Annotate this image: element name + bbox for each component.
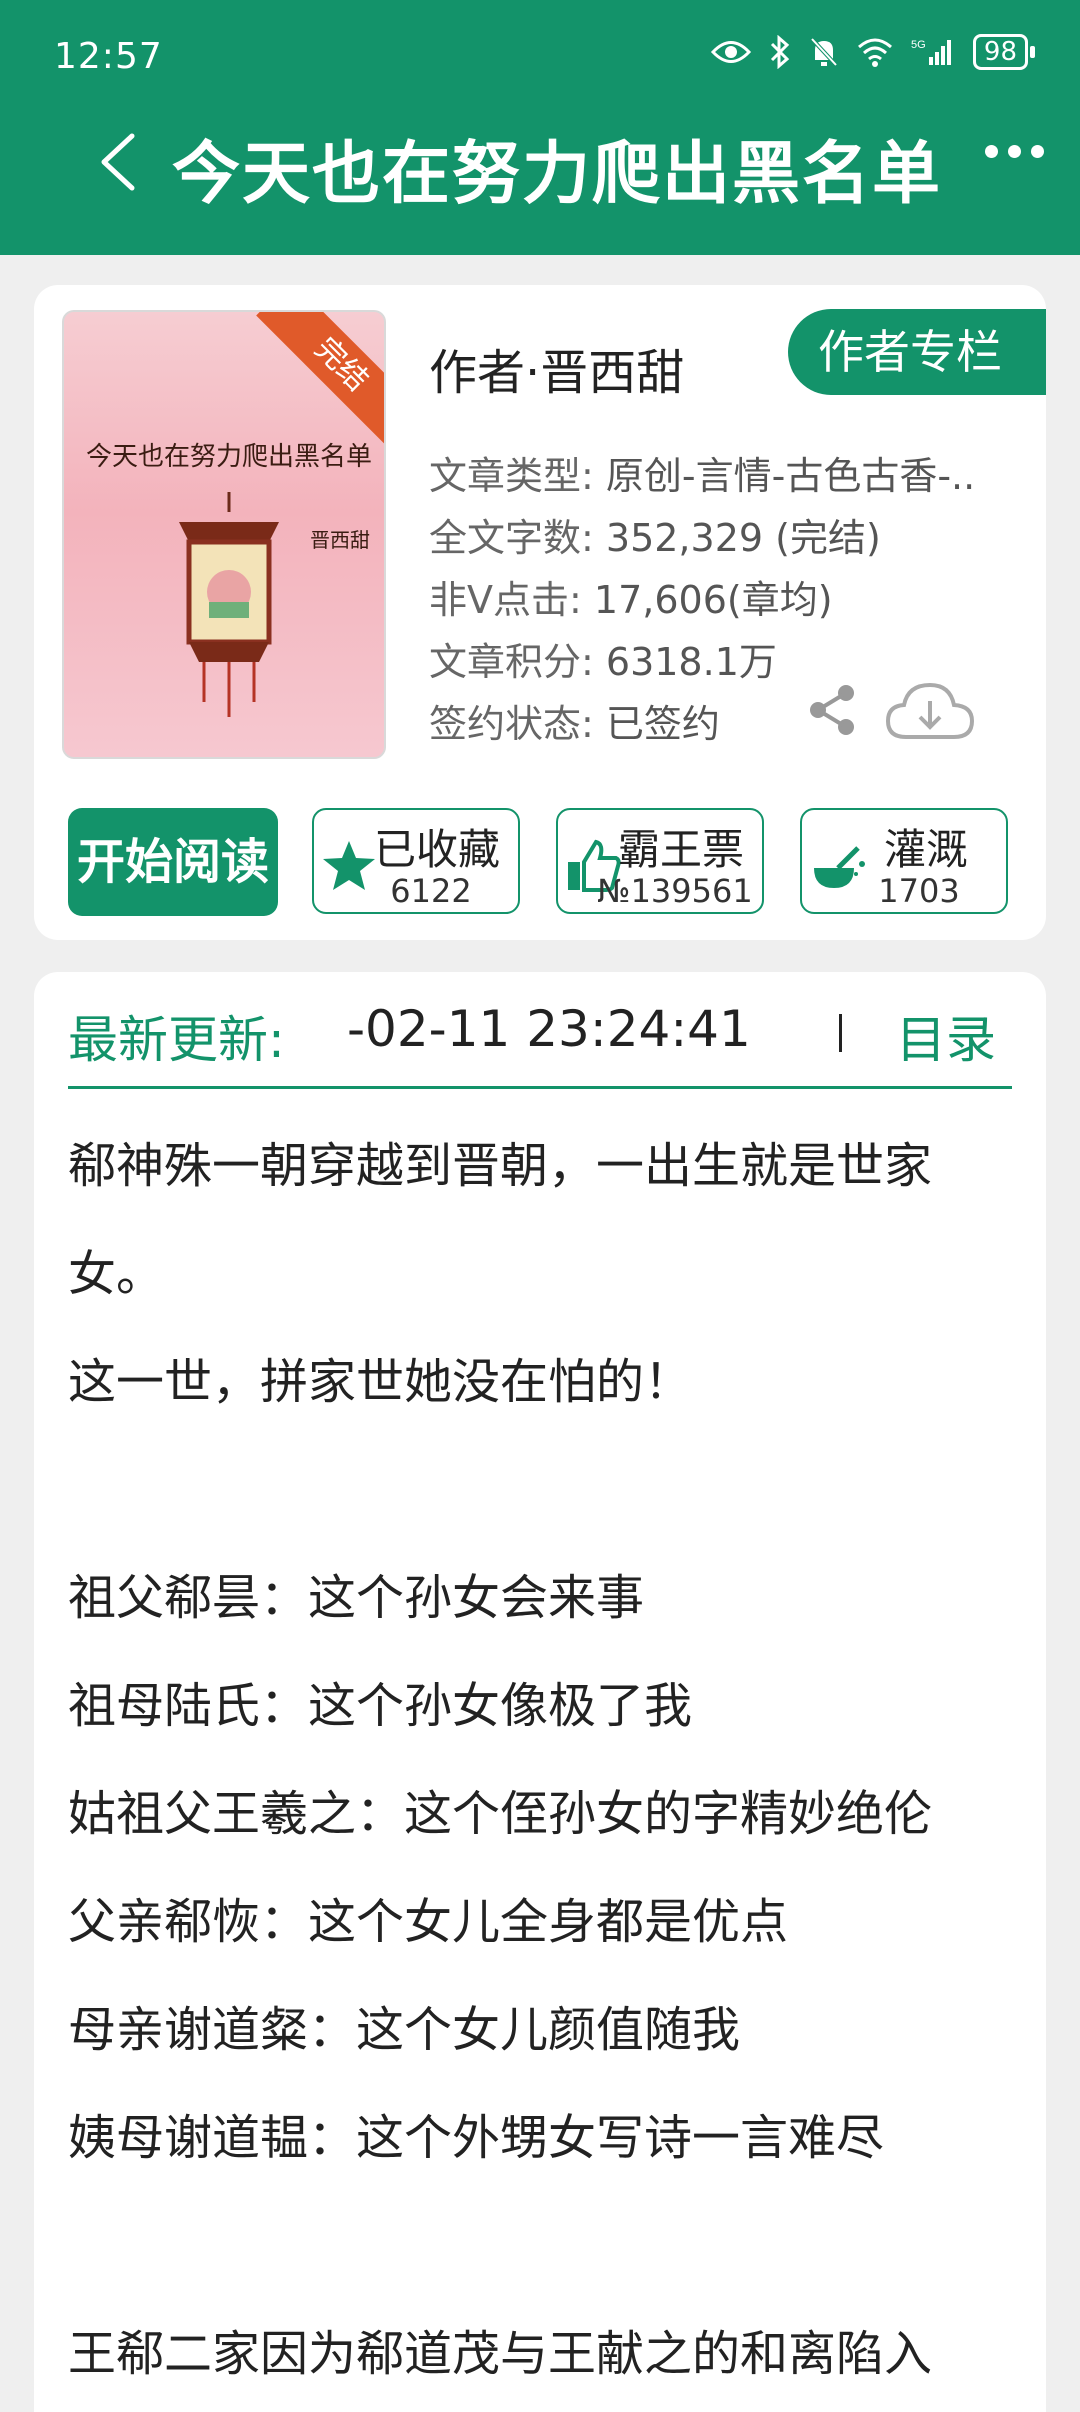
favorite-button[interactable]: 已收藏 6122 (312, 808, 520, 914)
status-time: 12:57 (54, 36, 163, 77)
divider (839, 1014, 842, 1052)
favorite-count: 6122 (390, 872, 472, 910)
cover-author: 晋西甜 (310, 528, 370, 552)
wifi-icon (857, 38, 892, 67)
summary-line: 女。 (68, 1246, 165, 1302)
summary-line: 姑祖父王羲之：这个侄孙女的字精妙绝伦 (68, 1786, 933, 1842)
water-count: 1703 (878, 872, 960, 910)
summary-line (68, 1436, 1018, 1544)
lantern-illustration (179, 492, 279, 717)
latest-update-time[interactable]: -02-11 23:24:41 (347, 1000, 751, 1058)
page-title: 今天也在努力爬出黑名单 (172, 135, 943, 214)
favorite-label: 已收藏 (374, 825, 501, 874)
summary-line: 父亲郗恢：这个女儿全身都是优点 (68, 1894, 789, 1950)
mute-bell-icon (810, 37, 838, 67)
status-icons: 5G 98 (710, 34, 1036, 70)
book-info-card: 完结 今天也在努力爬出黑名单 晋西甜 作者·晋西甜 作者专栏 文章类型: 原创-… (34, 285, 1046, 940)
more-menu-icon[interactable] (985, 145, 1044, 158)
meta-clicks: 非V点击: 17,606(章均) (429, 578, 833, 622)
book-cover[interactable]: 完结 今天也在努力爬出黑名单 晋西甜 (62, 310, 386, 759)
summary-line (68, 2192, 1018, 2300)
battery-indicator: 98 (972, 34, 1036, 70)
summary-line: 这一世，拼家世她没在怕的！ (68, 1354, 693, 1410)
meta-genre: 文章类型: 原创-言情-古色古香-.. (429, 454, 976, 498)
summary-line: 祖母陆氏：这个孙女像极了我 (68, 1678, 693, 1734)
vote-label: 霸王票 (618, 825, 745, 874)
latest-update-label: 最新更新: (68, 1011, 285, 1069)
download-cloud-icon[interactable] (884, 679, 976, 743)
share-icon[interactable] (806, 683, 860, 737)
summary-card: 最新更新: -02-11 23:24:41 目录 郗神殊一朝穿越到晋朝，一出生就… (34, 972, 1046, 2412)
author-column-button[interactable]: 作者专栏 (788, 309, 1046, 395)
meta-score: 文章积分: 6318.1万 (429, 640, 777, 684)
table-of-contents-link[interactable]: 目录 (896, 1000, 996, 1072)
signal-icon: 5G (911, 39, 951, 65)
summary-line: 郗神殊一朝穿越到晋朝，一出生就是世家 (68, 1138, 933, 1194)
header-rule (68, 1086, 1012, 1089)
meta-sign-status: 签约状态: 已签约 (429, 702, 720, 746)
vote-button[interactable]: 霸王票 №139561 (556, 808, 764, 914)
app-header: 12:57 5G 98 今天也在努力爬出黑名单 (0, 0, 1080, 255)
cover-title: 今天也在努力爬出黑名单 (85, 442, 372, 472)
svg-text:5G: 5G (911, 39, 926, 51)
cover-badge: 完结 (256, 312, 384, 450)
vote-count: №139561 (597, 872, 753, 910)
water-button[interactable]: 灌溉 1703 (800, 808, 1008, 914)
summary-line: 王郗二家因为郗道茂与王献之的和离陷入 (68, 2326, 933, 2382)
summary-line: 祖父郗昙：这个孙女会来事 (68, 1570, 645, 1626)
book-summary: 郗神殊一朝穿越到晋朝，一出生就是世家 女。 这一世，拼家世她没在怕的！ 祖父郗昙… (68, 1112, 1018, 2408)
back-arrow-icon[interactable] (96, 132, 140, 192)
bluetooth-icon (770, 35, 790, 69)
water-label: 灌溉 (884, 825, 969, 874)
summary-line: 姨母谢道韫：这个外甥女写诗一言难尽 (68, 2110, 885, 2166)
start-reading-button[interactable]: 开始阅读 (68, 808, 278, 916)
author-name[interactable]: 作者·晋西甜 (429, 333, 684, 403)
meta-word-count: 全文字数: 352,329 (完结) (429, 516, 881, 560)
eye-icon (710, 41, 751, 63)
summary-line: 母亲谢道粲：这个女儿颜值随我 (68, 2002, 741, 2058)
